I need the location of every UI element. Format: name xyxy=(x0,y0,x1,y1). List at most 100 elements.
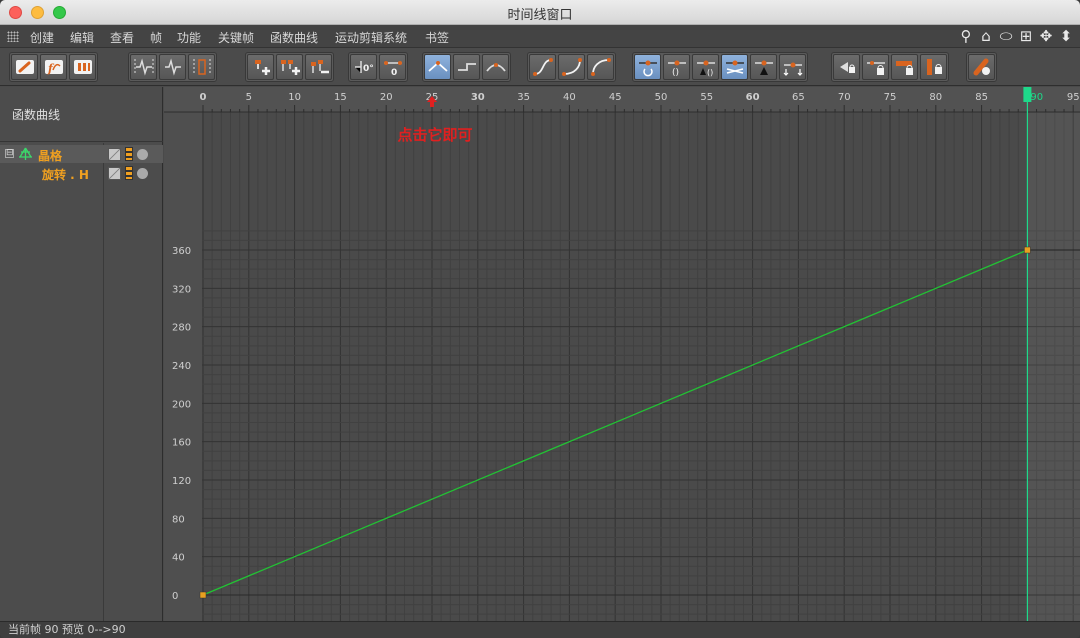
ease-out-button[interactable] xyxy=(587,54,614,80)
menu-edit[interactable]: 编辑 xyxy=(70,29,94,46)
lattice-icon xyxy=(19,147,32,160)
keyframe-point[interactable] xyxy=(199,591,207,599)
ruler-tick-label: 75 xyxy=(884,92,897,103)
tangent-weight-button[interactable]: () xyxy=(692,54,719,80)
ruler-tick-label: 10 xyxy=(288,92,301,103)
ruler-tick-label: 80 xyxy=(929,92,942,103)
enable-icon[interactable] xyxy=(137,148,148,160)
tree-label-lattice: 晶格 xyxy=(38,149,63,163)
menu-bar: 创建 编辑 查看 帧 功能 关键帧 函数曲线 运动剪辑系统 书签 ⚲ ⌂ ⬭ ⊞… xyxy=(0,25,1080,48)
move-icon[interactable]: ✥ xyxy=(1038,27,1054,45)
interpolation-group xyxy=(422,52,511,82)
row-flags xyxy=(108,166,148,180)
tangent-lock-weight-button[interactable] xyxy=(750,54,777,80)
add-key-all-button[interactable] xyxy=(276,54,303,80)
timeline-ruler[interactable] xyxy=(164,87,1080,112)
solo-icon[interactable] xyxy=(108,147,121,161)
lock-tangent-angle-button[interactable] xyxy=(833,54,860,80)
fcurve-canvas[interactable]: 0510152025303540455055606570758085909504… xyxy=(164,87,1080,621)
menu-fcurve[interactable]: 函数曲线 xyxy=(270,29,318,46)
ease-in-out-button[interactable] xyxy=(529,54,556,80)
menu-motion-system[interactable]: 运动剪辑系统 xyxy=(335,29,407,46)
menu-frame[interactable]: 帧 xyxy=(150,29,162,46)
key-edit-group xyxy=(245,52,334,82)
add-key-button[interactable] xyxy=(247,54,274,80)
tangent-flatten-button[interactable] xyxy=(779,54,806,80)
current-frame-label: 当前帧 xyxy=(8,623,41,636)
ruler-tick-label: 60 xyxy=(746,92,760,103)
remove-key-button[interactable] xyxy=(305,54,332,80)
tangent-clamp-button[interactable]: () xyxy=(663,54,690,80)
scroll-icon[interactable]: ⬍ xyxy=(1058,27,1074,45)
menu-view[interactable]: 查看 xyxy=(110,29,134,46)
lock-key-time-button[interactable] xyxy=(920,54,947,80)
value-tick-label: 280 xyxy=(172,323,191,334)
oval-icon[interactable]: ⬭ xyxy=(998,27,1014,45)
range-mode-button[interactable] xyxy=(188,54,215,80)
key-mode-button[interactable] xyxy=(130,54,157,80)
graph-background xyxy=(164,87,1080,621)
ruler-tick-label: 70 xyxy=(838,92,851,103)
menu-functions[interactable]: 功能 xyxy=(177,29,201,46)
zero-angle-button[interactable]: 0° xyxy=(350,54,377,80)
ruler-tick-label: 15 xyxy=(334,92,347,103)
status-bar: 当前帧 90 预览 0-->90 xyxy=(0,621,1080,638)
step-interp-button[interactable] xyxy=(453,54,480,80)
view-group xyxy=(128,52,217,82)
tangent-break-button[interactable] xyxy=(721,54,748,80)
value-tick-label: 80 xyxy=(172,514,185,525)
motion-clip-button[interactable] xyxy=(968,54,995,80)
ease-group xyxy=(527,52,616,82)
lock-group xyxy=(831,52,949,82)
track-icon[interactable] xyxy=(125,166,133,180)
ruler-tick-label: 85 xyxy=(975,92,988,103)
fcurve-graph[interactable]: 0510152025303540455055606570758085909504… xyxy=(164,87,1080,621)
keyframe-point[interactable] xyxy=(1024,246,1031,254)
ruler-tick-label: 30 xyxy=(471,92,485,103)
playhead-handle[interactable] xyxy=(1023,87,1032,102)
current-frame-value: 90 xyxy=(44,623,59,636)
ruler-tick-label: 35 xyxy=(517,92,530,103)
value-tick-label: 120 xyxy=(172,476,191,487)
mode-group: f xyxy=(9,52,98,82)
zero-length-button[interactable]: 0 xyxy=(379,54,406,80)
column-divider[interactable] xyxy=(103,143,104,621)
enable-icon[interactable] xyxy=(137,167,148,179)
value-tick-label: 40 xyxy=(172,553,185,564)
ruler-tick-label: 45 xyxy=(609,92,622,103)
svg-text:0: 0 xyxy=(391,68,397,77)
motion-mode-button[interactable] xyxy=(69,54,96,80)
ruler-tick-label: 5 xyxy=(246,92,252,103)
ease-in-button[interactable] xyxy=(558,54,585,80)
menu-bookmarks[interactable]: 书签 xyxy=(425,29,449,46)
value-tick-label: 160 xyxy=(172,438,191,449)
misc-group xyxy=(966,52,997,82)
preview-range: 0-->90 xyxy=(87,623,126,636)
curve-mode-button[interactable] xyxy=(159,54,186,80)
menu-grip-icon[interactable] xyxy=(7,31,19,42)
search-icon[interactable]: ⚲ xyxy=(958,27,974,45)
linear-interp-button[interactable] xyxy=(424,54,451,80)
tree-row-rotation-h[interactable]: 旋转 . H xyxy=(0,164,163,182)
menu-keyframe[interactable]: 关键帧 xyxy=(218,29,254,46)
spline-interp-button[interactable] xyxy=(482,54,509,80)
svg-text:0°: 0° xyxy=(363,64,374,74)
solo-icon[interactable] xyxy=(108,166,121,180)
tangent-auto-button[interactable] xyxy=(634,54,661,80)
menu-create[interactable]: 创建 xyxy=(30,29,54,46)
home-icon[interactable]: ⌂ xyxy=(978,27,994,45)
object-list-panel: 函数曲线 ⊟ 晶格 旋转 . H xyxy=(0,87,163,621)
ruler-tick-label: 50 xyxy=(655,92,668,103)
lock-key-value-button[interactable] xyxy=(891,54,918,80)
fcurve-mode-button[interactable]: f xyxy=(40,54,67,80)
ruler-tick-label: 65 xyxy=(792,92,805,103)
tree-row-lattice[interactable]: ⊟ 晶格 xyxy=(0,145,163,163)
frame-all-icon[interactable]: ⊞ xyxy=(1018,27,1034,45)
lock-tangent-length-button[interactable] xyxy=(862,54,889,80)
collapse-toggle[interactable]: ⊟ xyxy=(5,149,14,158)
value-tick-label: 320 xyxy=(172,284,191,295)
dope-sheet-mode-button[interactable] xyxy=(11,54,38,80)
zero-group: 0° 0 xyxy=(348,52,408,82)
ruler-tick-label: 95 xyxy=(1067,92,1080,103)
track-icon[interactable] xyxy=(125,147,133,161)
